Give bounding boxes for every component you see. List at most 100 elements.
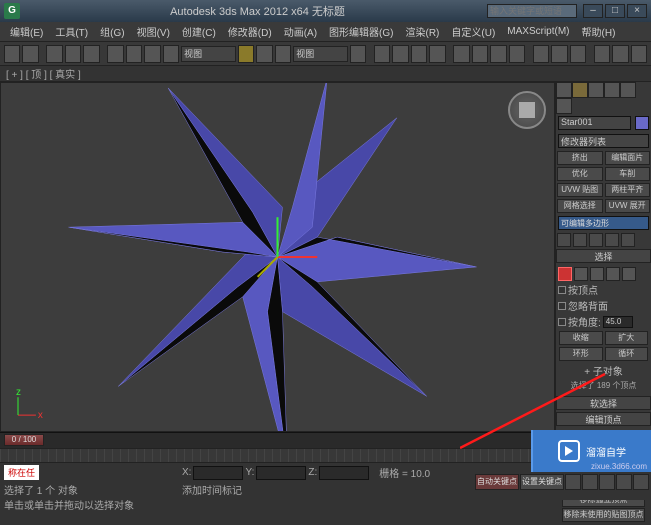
polygon-subobject-button[interactable] — [606, 267, 620, 281]
y-coord-field[interactable] — [256, 466, 306, 480]
link-button[interactable] — [46, 45, 62, 63]
stack-item-editable-poly[interactable]: 可编辑多边形 — [559, 217, 648, 229]
ignore-backfacing-checkbox[interactable] — [558, 302, 566, 310]
modifier-list-dropdown[interactable]: 修改器列表 — [558, 134, 649, 148]
close-button[interactable]: × — [627, 4, 647, 18]
border-subobject-button[interactable] — [590, 267, 604, 281]
snap-button[interactable] — [374, 45, 390, 63]
configure-sets-button[interactable] — [621, 233, 635, 247]
select-button[interactable] — [107, 45, 123, 63]
grow-button[interactable]: 扩大 — [605, 331, 649, 345]
by-angle-checkbox[interactable] — [558, 318, 566, 326]
show-end-result-button[interactable] — [573, 233, 587, 247]
help-search-input[interactable] — [487, 4, 577, 18]
shrink-button[interactable]: 收缩 — [559, 331, 603, 345]
curve-editor-button[interactable] — [533, 45, 549, 63]
schematic-button[interactable] — [551, 45, 567, 63]
prev-frame-button[interactable] — [582, 474, 598, 490]
edge-subobject-button[interactable] — [574, 267, 588, 281]
menu-edit[interactable]: 编辑(E) — [4, 24, 49, 39]
render-button[interactable] — [631, 45, 647, 63]
select-region-button[interactable] — [126, 45, 142, 63]
hierarchy-tab[interactable] — [588, 82, 604, 98]
modify-tab[interactable] — [572, 82, 588, 98]
pivot-button[interactable] — [350, 45, 366, 63]
mirror-button[interactable] — [472, 45, 488, 63]
percent-snap-button[interactable] — [411, 45, 427, 63]
menu-animation[interactable]: 动画(A) — [278, 24, 323, 39]
select-name-button[interactable] — [144, 45, 160, 63]
goto-start-button[interactable] — [565, 474, 581, 490]
x-coord-field[interactable] — [193, 466, 243, 480]
goto-end-button[interactable] — [633, 474, 649, 490]
vertex-subobject-button[interactable] — [558, 267, 572, 281]
render-setup-button[interactable] — [594, 45, 610, 63]
menu-maxscript[interactable]: MAXScript(M) — [501, 26, 575, 37]
current-frame-indicator[interactable]: 0 / 100 — [4, 434, 44, 446]
make-unique-button[interactable] — [589, 233, 603, 247]
pin-stack-button[interactable] — [557, 233, 571, 247]
mesh-select-button[interactable]: 网格选择 — [557, 199, 603, 213]
edit-vertices-rollout-header[interactable]: 编辑顶点 — [556, 412, 651, 426]
rotate-tool[interactable] — [256, 45, 272, 63]
menu-group[interactable]: 组(G) — [94, 24, 130, 39]
object-name-field[interactable]: Star001 — [558, 116, 631, 130]
viewcube[interactable] — [508, 91, 546, 129]
ref-coord-dropdown[interactable]: 视图 — [293, 46, 348, 62]
extrude-button[interactable]: 挤出 — [557, 151, 603, 165]
material-editor-button[interactable] — [570, 45, 586, 63]
uvw-map-button[interactable]: UVW 贴图 — [557, 183, 603, 197]
menu-graph[interactable]: 图形编辑器(G) — [323, 24, 399, 39]
ring-button[interactable]: 环形 — [559, 347, 603, 361]
edit-patch-button[interactable]: 编辑面片 — [605, 151, 651, 165]
auto-key-button[interactable]: 自动关键点 — [475, 474, 519, 490]
select-filter-button[interactable] — [163, 45, 179, 63]
unlink-button[interactable] — [65, 45, 81, 63]
named-sel-button[interactable] — [453, 45, 469, 63]
element-subobject-button[interactable] — [622, 267, 636, 281]
angle-spinner[interactable]: 45.0 — [603, 316, 633, 328]
z-coord-field[interactable] — [319, 466, 369, 480]
selection-rollout-header[interactable]: 选择 — [556, 249, 651, 263]
menu-custom[interactable]: 自定义(U) — [445, 24, 501, 39]
selection-filter-dropdown[interactable]: 视图 — [181, 46, 236, 62]
twm-button[interactable]: 两柱平齐 — [605, 183, 651, 197]
menu-help[interactable]: 帮助(H) — [576, 24, 622, 39]
scale-tool[interactable] — [275, 45, 291, 63]
minimize-button[interactable]: – — [583, 4, 603, 18]
move-tool[interactable] — [238, 45, 254, 63]
create-tab[interactable] — [556, 82, 572, 98]
remove-unused-button[interactable]: 移除未使用的贴图顶点 — [562, 508, 645, 522]
remove-modifier-button[interactable] — [605, 233, 619, 247]
modifier-stack[interactable]: 可编辑多边形 — [558, 216, 649, 230]
loop-button[interactable]: 循环 — [605, 347, 649, 361]
object-color-swatch[interactable] — [635, 116, 649, 130]
play-button[interactable] — [599, 474, 615, 490]
redo-button[interactable] — [22, 45, 38, 63]
display-tab[interactable] — [620, 82, 636, 98]
menu-tools[interactable]: 工具(T) — [49, 24, 94, 39]
set-key-button[interactable]: 设置关键点 — [520, 474, 564, 490]
layers-button[interactable] — [509, 45, 525, 63]
viewport[interactable]: x z — [0, 82, 555, 432]
script-listener[interactable]: 添加时间标记 — [182, 482, 471, 497]
spinner-snap-button[interactable] — [429, 45, 445, 63]
bind-button[interactable] — [83, 45, 99, 63]
undo-button[interactable] — [4, 45, 20, 63]
by-vertex-checkbox[interactable] — [558, 286, 566, 294]
uvw-unwrap-button[interactable]: UVW 展开 — [605, 199, 651, 213]
align-button[interactable] — [490, 45, 506, 63]
menu-create[interactable]: 创建(C) — [176, 24, 222, 39]
menu-modifiers[interactable]: 修改器(D) — [222, 24, 278, 39]
next-frame-button[interactable] — [616, 474, 632, 490]
angle-snap-button[interactable] — [392, 45, 408, 63]
menu-views[interactable]: 视图(V) — [131, 24, 176, 39]
viewport-label[interactable]: [ + ] [ 顶 ] [ 真实 ] — [6, 66, 81, 81]
soft-selection-rollout-header[interactable]: 软选择 — [556, 396, 651, 410]
menu-render[interactable]: 渲染(R) — [400, 24, 446, 39]
optimize-button[interactable]: 优化 — [557, 167, 603, 181]
motion-tab[interactable] — [604, 82, 620, 98]
cap-button[interactable]: 车削 — [605, 167, 651, 181]
maximize-button[interactable]: □ — [605, 4, 625, 18]
utilities-tab[interactable] — [556, 98, 572, 114]
